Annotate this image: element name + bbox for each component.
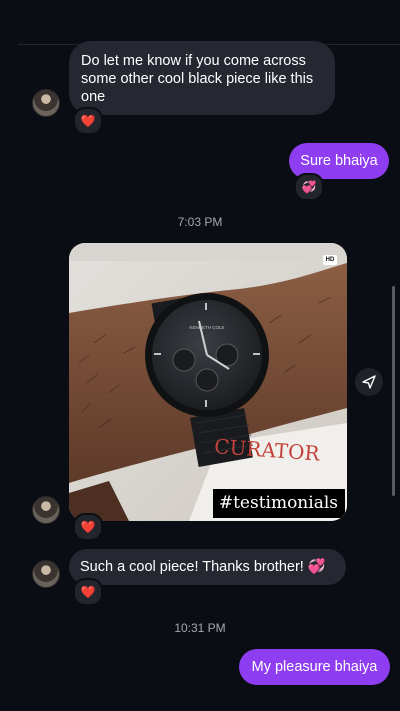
message-text: My pleasure bhaiya — [251, 659, 378, 675]
heart-icon: ❤️ — [80, 585, 96, 599]
timestamp: 7:03 PM — [177, 215, 223, 229]
watch-photo: KENNETH COLE CURATOR — [69, 243, 347, 521]
message-text: Do let me know if you come across some o… — [81, 53, 314, 105]
heart-icon: ❤️ — [80, 114, 96, 128]
sender-avatar[interactable] — [32, 560, 60, 588]
outgoing-message-bubble[interactable]: My pleasure bhaiya — [239, 649, 390, 685]
photo-message[interactable]: KENNETH COLE CURATOR HD #testimonials — [69, 243, 347, 521]
heart-icon: ❤️ — [80, 520, 96, 534]
share-button[interactable] — [355, 368, 383, 396]
hearts-reaction[interactable]: 💞 — [294, 173, 324, 201]
message-text: Such a cool piece! Thanks brother! 💞 — [80, 559, 326, 575]
sender-avatar[interactable] — [32, 496, 60, 524]
timestamp: 10:31 PM — [174, 621, 226, 635]
two-hearts-icon: 💞 — [301, 180, 317, 194]
photo-caption: #testimonials — [212, 489, 345, 518]
heart-reaction[interactable]: ❤️ — [73, 578, 103, 606]
hd-badge: HD — [323, 255, 337, 265]
share-send-icon — [362, 375, 376, 389]
heart-reaction[interactable]: ❤️ — [73, 107, 103, 135]
sender-avatar[interactable] — [32, 89, 60, 117]
incoming-message-bubble[interactable]: Do let me know if you come across some o… — [69, 41, 335, 115]
incoming-message-bubble[interactable]: Such a cool piece! Thanks brother! 💞 — [69, 549, 346, 585]
message-text: Sure bhaiya — [300, 153, 378, 169]
heart-reaction[interactable]: ❤️ — [73, 513, 103, 541]
scrollbar[interactable] — [392, 286, 395, 496]
watch-brand-text: KENNETH COLE — [189, 325, 224, 330]
